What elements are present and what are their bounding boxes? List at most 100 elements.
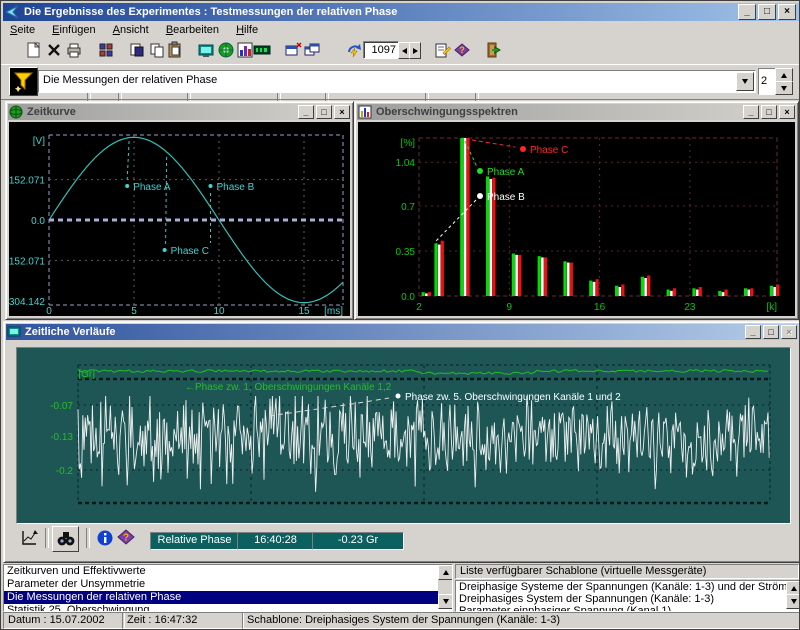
graph-settings-icon[interactable] <box>19 528 39 548</box>
menu-ansicht[interactable]: Ansicht <box>106 22 156 38</box>
svg-text:-304.142: -304.142 <box>9 297 45 308</box>
info-icon[interactable] <box>95 528 115 548</box>
svg-text:23: 23 <box>684 302 696 313</box>
zeitkurve-minimize-button[interactable]: _ <box>298 105 314 119</box>
verlaeufe-plot: -0.07-0.13-0.2[Gr]←Phase zw. 1, Oberschw… <box>16 347 791 524</box>
new-page-icon[interactable] <box>23 40 43 60</box>
svg-text:-0.2: -0.2 <box>56 466 74 477</box>
zeitkurve-title: Zeitkurve <box>24 106 296 118</box>
verlaeufe-maximize-button[interactable]: □ <box>763 325 779 339</box>
combobox-dropdown-button[interactable] <box>736 72 754 91</box>
template-item[interactable]: Dreiphasige Systeme der Spannungen (Kanä… <box>456 581 800 593</box>
svg-text:152.071: 152.071 <box>9 176 45 187</box>
svg-text:0.35: 0.35 <box>396 247 416 258</box>
verlaeufe-titlebar[interactable]: Zeitliche Verläufe _ □ × <box>6 324 798 340</box>
help-book-icon[interactable]: ? <box>452 40 472 60</box>
svg-text:Phase B: Phase B <box>487 192 525 203</box>
svg-text:0: 0 <box>46 306 52 316</box>
menubar: Seite Einfügen Ansicht Bearbeiten Hilfe <box>3 22 799 39</box>
exit-icon[interactable] <box>484 40 504 60</box>
help-book2-icon[interactable]: ? <box>116 527 136 547</box>
scroll-down-button[interactable] <box>438 594 453 609</box>
menu-hilfe[interactable]: Hilfe <box>229 22 265 38</box>
status-template: Schablone: Dreiphasiges System der Spann… <box>242 612 800 629</box>
menu-einfuegen[interactable]: Einfügen <box>45 22 102 38</box>
list-item-selected[interactable]: Die Messungen der relativen Phase <box>4 591 452 604</box>
footer-separator <box>86 528 90 548</box>
search-binoculars-button[interactable] <box>52 526 79 552</box>
run-icon[interactable] <box>344 40 364 60</box>
application-window: Die Ergebnisse des Experimentes : Testme… <box>0 0 800 630</box>
svg-text:0.0: 0.0 <box>31 216 45 227</box>
minimize-button[interactable]: _ <box>738 4 756 20</box>
zeitkurve-plot: Phase APhase BPhase C152.0710.0-152.071-… <box>9 122 350 316</box>
template-item[interactable]: Dreiphasiges System der Spannungen (Kanä… <box>456 593 800 605</box>
svg-text:[V]: [V] <box>33 136 45 147</box>
experiment-spin-value[interactable]: 2 <box>758 68 776 95</box>
page-next-button[interactable] <box>409 42 421 59</box>
screen-view-icon[interactable] <box>196 40 216 60</box>
svg-text:Phase C: Phase C <box>171 246 209 257</box>
spin-down-button[interactable] <box>775 81 793 95</box>
spektren-title: Oberschwingungsspektren <box>373 106 741 118</box>
zeitkurve-close-button[interactable]: × <box>334 105 350 119</box>
spektren-minimize-button[interactable]: _ <box>743 105 759 119</box>
svg-text:9: 9 <box>507 302 513 313</box>
menu-bearbeiten[interactable]: Bearbeiten <box>159 22 226 38</box>
status-date: Datum : 15.07.2002 <box>3 612 125 629</box>
pages-list-scrollbar[interactable] <box>438 565 452 609</box>
main-titlebar[interactable]: Die Ergebnisse des Experimentes : Testme… <box>3 3 799 21</box>
copy-front-icon[interactable] <box>127 40 147 60</box>
menu-seite[interactable]: Seite <box>3 22 42 38</box>
tile-windows-icon[interactable] <box>96 40 116 60</box>
spektren-maximize-button[interactable]: □ <box>761 105 777 119</box>
experiment-combobox[interactable]: Die Messungen der relativen Phase <box>38 70 756 93</box>
scroll-down-button[interactable] <box>786 594 800 609</box>
spektren-plot: Phase CPhase APhase B1.040.70.350.0[%]29… <box>358 122 795 316</box>
arrange-windows-icon[interactable] <box>302 40 322 60</box>
list-item[interactable]: Zeitkurven und Effektivwerte <box>4 565 452 578</box>
maximize-button[interactable]: □ <box>758 4 776 20</box>
template-item[interactable]: Parameter einphasiger Spannung (Kanal 1) <box>456 605 800 612</box>
dial-icon[interactable] <box>216 40 236 60</box>
svg-text:Phase A: Phase A <box>487 167 525 178</box>
svg-text:1.04: 1.04 <box>396 158 416 169</box>
footer-separator <box>45 528 49 548</box>
digital-display-icon[interactable] <box>252 40 272 60</box>
svg-text:Phase B: Phase B <box>217 182 255 193</box>
report-icon[interactable] <box>432 40 452 60</box>
list-item[interactable]: Statistik 25. Oberschwingung <box>4 604 452 612</box>
svg-text:?: ? <box>459 45 465 55</box>
delete-page-icon[interactable] <box>44 40 64 60</box>
scroll-up-button[interactable] <box>438 565 453 580</box>
close-button[interactable]: × <box>778 4 796 20</box>
templates-scrollbar[interactable] <box>786 581 800 609</box>
spektren-titlebar[interactable]: Oberschwingungsspektren _ □ × <box>357 104 796 120</box>
svg-text:Phase zw. 5. Oberschwingungen: Phase zw. 5. Oberschwingungen Kanäle 1 u… <box>405 392 621 403</box>
statusbar: Datum : 15.07.2002 Zeit : 16:47:32 Schab… <box>1 612 800 630</box>
svg-text:-0.07: -0.07 <box>50 401 73 412</box>
svg-text:5: 5 <box>131 306 137 316</box>
app-icon <box>3 4 21 20</box>
verlaeufe-title: Zeitliche Verläufe <box>22 326 743 338</box>
list-item[interactable]: Parameter der Unsymmetrie <box>4 578 452 591</box>
zeitkurve-window-icon <box>8 105 24 119</box>
templates-listbox: Dreiphasige Systeme der Spannungen (Kanä… <box>455 580 800 612</box>
main-title: Die Ergebnisse des Experimentes : Testme… <box>21 6 736 18</box>
new-window-icon[interactable] <box>283 40 303 60</box>
svg-text:←Phase zw. 1, Oberschwingungen: ←Phase zw. 1, Oberschwingungen Kanäle 1,… <box>185 382 392 393</box>
spektren-close-button[interactable]: × <box>779 105 795 119</box>
page-number-input[interactable]: 1097 <box>363 41 399 59</box>
verlaeufe-minimize-button[interactable]: _ <box>745 325 761 339</box>
spektren-window-icon <box>357 105 373 119</box>
paste-icon[interactable] <box>165 40 185 60</box>
experiment-combobox-value: Die Messungen der relativen Phase <box>43 74 217 86</box>
templates-panel: Liste verfügbarer Schablone (virtuelle M… <box>455 564 799 610</box>
copy-icon[interactable] <box>147 40 167 60</box>
spin-up-button[interactable] <box>775 68 793 82</box>
print-icon[interactable] <box>64 40 84 60</box>
zeitkurve-titlebar[interactable]: Zeitkurve _ □ × <box>8 104 351 120</box>
svg-text:[Gr]: [Gr] <box>78 369 95 380</box>
zeitkurve-maximize-button[interactable]: □ <box>316 105 332 119</box>
experiment-logo-icon[interactable] <box>9 67 38 96</box>
